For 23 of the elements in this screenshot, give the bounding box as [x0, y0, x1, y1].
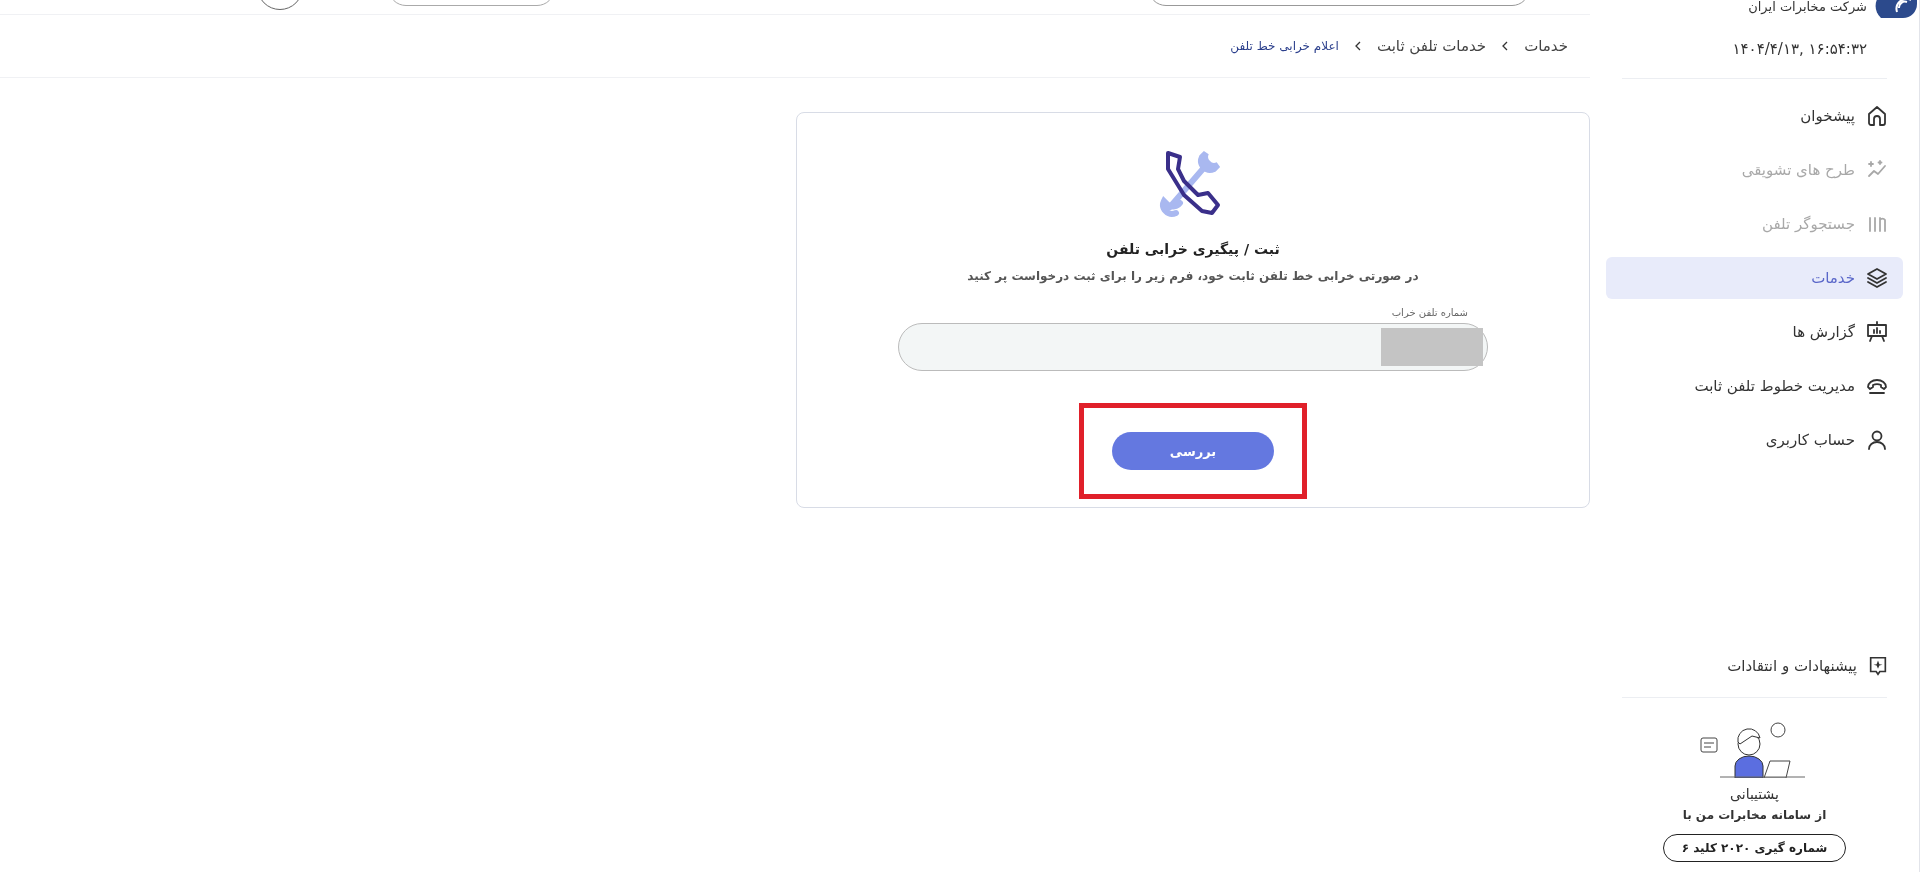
sidebar-item[interactable]: گزارش ها — [1606, 311, 1903, 353]
check-button[interactable]: بررسی — [1112, 432, 1274, 470]
feedback-link[interactable]: پیشنهادات و انتقادات — [1606, 655, 1903, 677]
sidebar-item[interactable]: خدمات — [1606, 257, 1903, 299]
support-call-button[interactable]: شماره گیری ۲۰۲۰ کلید ۶ — [1662, 834, 1847, 862]
card-title: ثبت / پیگیری خرابی تلفن — [1106, 241, 1280, 257]
company-name: شرکت مخابرات ایران — [1748, 0, 1867, 14]
breadcrumb-link[interactable]: اعلام خرابی خط تلفن — [1230, 39, 1339, 53]
breadcrumb-link[interactable]: خدمات — [1524, 37, 1568, 55]
sidebar-item[interactable]: پیشخوان — [1606, 95, 1903, 137]
support-title: پشتیبانی — [1730, 786, 1779, 802]
home-icon — [1865, 104, 1889, 128]
layers-icon — [1865, 266, 1889, 290]
card-description: در صورتی خرابی خط تلفن ثابت خود، فرم زیر را برای ثبت درخواست پر کنید — [967, 269, 1419, 283]
breadcrumb-link[interactable]: خدمات تلفن ثابت — [1376, 37, 1487, 55]
user-icon — [1865, 428, 1889, 452]
sidebar-item[interactable]: حساب کاربری — [1606, 419, 1903, 461]
date-time: ۱۶:۵۴:۳۲ ,۱۴۰۴/۴/۱۳ — [1731, 40, 1867, 58]
support-subtitle: از سامانه مخابرات من با — [1682, 808, 1827, 822]
feedback-icon — [1867, 655, 1889, 677]
phone-input-field[interactable] — [898, 323, 1488, 371]
chart-board-icon — [1865, 320, 1889, 344]
sidebar-item[interactable]: مدیریت خطوط تلفن ثابت — [1606, 365, 1903, 407]
